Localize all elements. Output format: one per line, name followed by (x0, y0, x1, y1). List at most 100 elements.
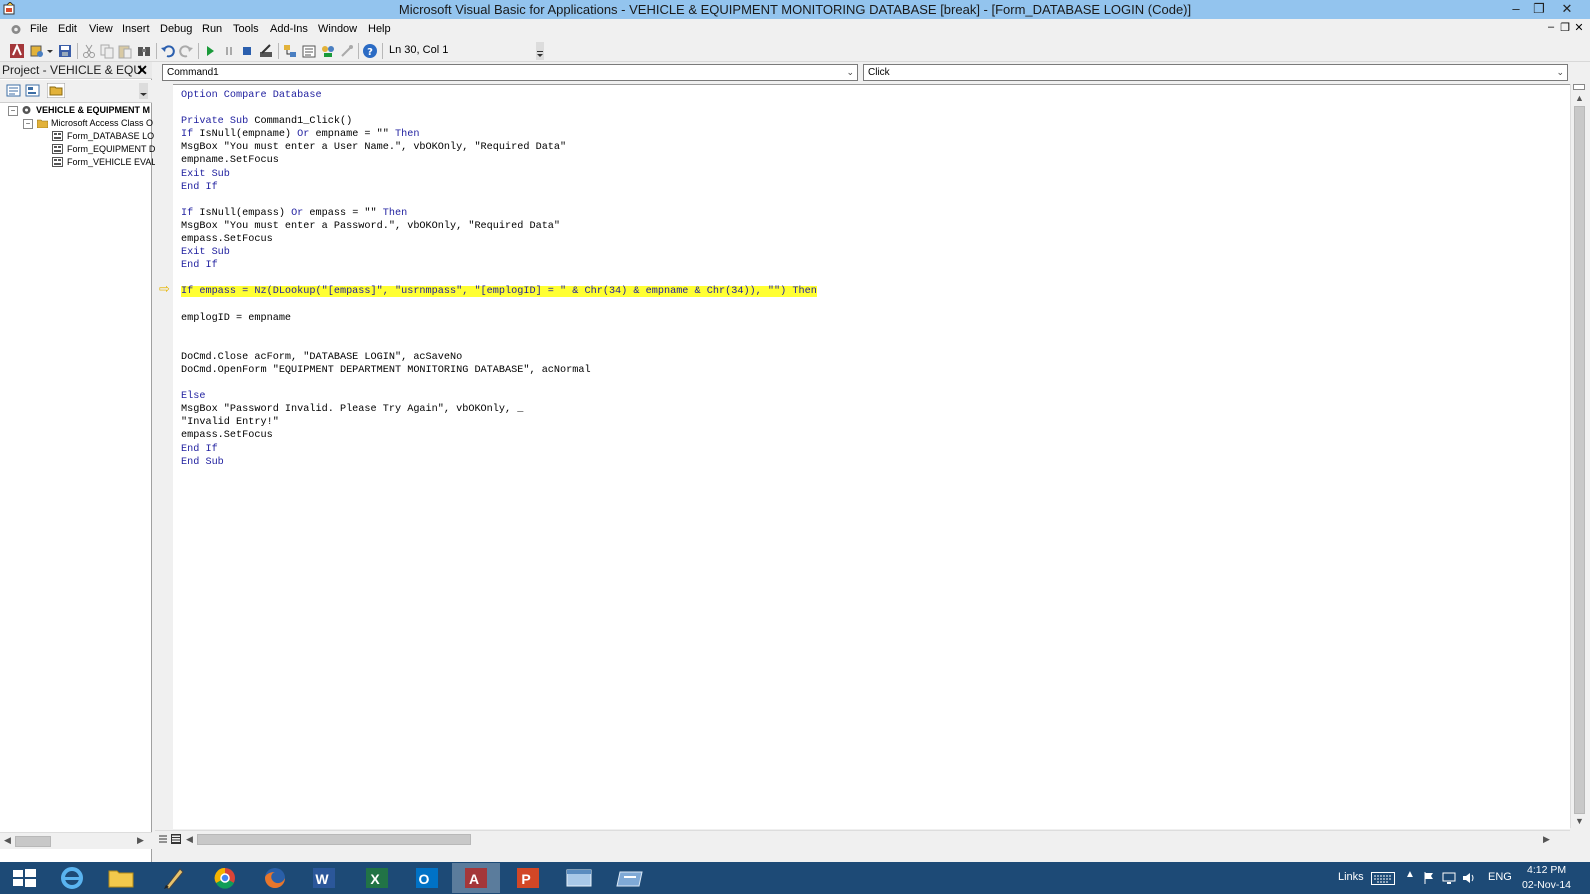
chevron-down-icon[interactable]: ⌄ (1556, 65, 1564, 80)
action-center-flag-icon[interactable] (1423, 871, 1435, 885)
clock-time[interactable]: 4:12 PM (1527, 864, 1566, 876)
run-icon[interactable] (202, 43, 218, 59)
procedure-view-icon[interactable] (158, 834, 168, 844)
scroll-right-icon[interactable]: ▶ (137, 835, 144, 846)
current-execution-line[interactable]: If empass = Nz(DLookup("[empass]", "usrn… (181, 286, 817, 298)
form-module-icon (52, 157, 63, 167)
powerpoint-icon[interactable]: P (504, 863, 552, 893)
menu-edit[interactable]: Edit (58, 23, 77, 35)
procedure-combo[interactable]: Click ⌄ (863, 64, 1568, 81)
start-icon[interactable] (0, 863, 48, 893)
scroll-left-icon[interactable]: ◀ (186, 834, 193, 845)
chevron-down-icon[interactable]: ⌄ (846, 65, 854, 80)
save-icon[interactable] (57, 43, 73, 59)
code-editor[interactable]: Option Compare Database Private Sub Comm… (173, 84, 1570, 829)
mdi-minimize-button[interactable]: – (1544, 21, 1558, 33)
internet-explorer-icon[interactable] (48, 863, 96, 893)
pen-tool-icon[interactable] (150, 863, 198, 893)
reset-icon[interactable] (239, 43, 255, 59)
copy-icon[interactable] (99, 43, 115, 59)
window-restore-button[interactable]: ❐ (1528, 0, 1550, 19)
code-text[interactable]: Option Compare Database Private Sub Comm… (181, 89, 817, 469)
view-code-icon[interactable] (6, 83, 21, 98)
mdi-restore-button[interactable]: ❐ (1558, 21, 1572, 34)
object-browser-icon[interactable] (320, 43, 336, 59)
help-icon[interactable]: ? (362, 43, 378, 59)
network-icon[interactable] (1442, 871, 1456, 885)
view-object-icon[interactable] (25, 83, 40, 98)
excel-icon[interactable]: X (353, 863, 401, 893)
insert-dropdown-icon[interactable] (46, 43, 54, 59)
mdi-close-button[interactable]: ✕ (1572, 21, 1586, 34)
tree-expander-folder[interactable]: − (23, 119, 33, 129)
code-hscroll-thumb[interactable] (197, 834, 471, 845)
code-horizontal-scrollbar[interactable]: ◀ ▶ (155, 830, 1570, 848)
window-app-icon[interactable] (555, 863, 603, 893)
tree-expander-root[interactable]: − (8, 106, 18, 116)
cut-icon[interactable] (81, 43, 97, 59)
input-language-indicator[interactable]: ENG (1488, 871, 1512, 883)
tree-item-form-vehicle-eval[interactable]: Form_VEHICLE EVAL (67, 157, 156, 167)
file-explorer-icon[interactable] (97, 863, 145, 893)
menu-help[interactable]: Help (368, 23, 391, 35)
project-explorer-title: Project - VEHICLE & EQU (2, 63, 143, 77)
outlook-icon[interactable]: O (403, 863, 451, 893)
design-mode-icon[interactable] (258, 43, 274, 59)
chrome-icon[interactable] (201, 863, 249, 893)
scroll-up-icon[interactable]: ▲ (1575, 93, 1584, 103)
show-hidden-icons-icon[interactable]: ▲ (1405, 869, 1415, 880)
window-minimize-button[interactable]: – (1505, 0, 1527, 19)
toggle-folders-icon[interactable] (47, 83, 65, 98)
project-explorer-icon[interactable] (282, 43, 298, 59)
toolbox-icon[interactable] (339, 43, 355, 59)
paste-icon[interactable] (117, 43, 133, 59)
menu-insert[interactable]: Insert (122, 23, 150, 35)
remote-app-icon[interactable] (606, 863, 654, 893)
project-explorer-close-button[interactable]: ✕ (136, 62, 148, 78)
firefox-icon[interactable] (251, 863, 299, 893)
menu-run[interactable]: Run (202, 23, 222, 35)
title-bar[interactable]: Microsoft Visual Basic for Applications … (0, 0, 1590, 19)
clock-date[interactable]: 02-Nov-14 (1522, 879, 1571, 891)
undo-icon[interactable] (160, 43, 176, 59)
code-vscroll-thumb[interactable] (1574, 106, 1585, 814)
project-toolbar-overflow-icon[interactable] (139, 83, 148, 99)
word-icon[interactable]: W (300, 863, 348, 893)
touch-keyboard-icon[interactable] (1371, 872, 1395, 885)
menu-tools[interactable]: Tools (233, 23, 259, 35)
object-combo-value: Command1 (167, 67, 219, 78)
margin-indicator-bar[interactable]: ⇨ (157, 84, 174, 828)
menu-file[interactable]: File (30, 23, 48, 35)
split-bar[interactable] (1573, 84, 1585, 90)
scroll-left-icon[interactable]: ◀ (4, 835, 11, 846)
project-scroll-thumb[interactable] (15, 836, 51, 847)
full-module-view-icon[interactable] (171, 834, 181, 844)
toolbar-overflow-icon[interactable] (536, 42, 544, 60)
properties-icon[interactable] (301, 43, 317, 59)
redo-icon[interactable] (178, 43, 194, 59)
view-access-icon[interactable] (9, 43, 25, 59)
tree-item-form-equipment[interactable]: Form_EQUIPMENT D (67, 144, 155, 154)
links-toolbar-label[interactable]: Links (1338, 871, 1364, 883)
scroll-down-icon[interactable]: ▼ (1575, 816, 1584, 826)
object-combo[interactable]: Command1 ⌄ (162, 64, 858, 81)
tree-folder-access-class-objects[interactable]: Microsoft Access Class O (51, 118, 153, 128)
menu-debug[interactable]: Debug (160, 23, 192, 35)
project-explorer-pane: Project - VEHICLE & EQU ✕ − VEHICLE & EQ… (0, 62, 156, 862)
menu-add-ins[interactable]: Add-Ins (270, 23, 308, 35)
find-icon[interactable] (136, 43, 152, 59)
volume-icon[interactable] (1462, 871, 1476, 885)
procedure-combo-value: Click (868, 67, 890, 78)
menu-view[interactable]: View (89, 23, 113, 35)
insert-module-icon[interactable] (29, 43, 45, 59)
window-close-button[interactable]: ✕ (1556, 0, 1578, 19)
access-icon[interactable]: A (452, 863, 500, 893)
break-icon[interactable] (221, 43, 237, 59)
tree-root-project[interactable]: VEHICLE & EQUIPMENT M (36, 105, 150, 115)
menu-window[interactable]: Window (318, 23, 357, 35)
vba-gear-icon[interactable] (9, 23, 23, 36)
code-vertical-scrollbar[interactable]: ▲ ▼ (1570, 84, 1588, 828)
tree-item-form-database-login[interactable]: Form_DATABASE LO (67, 131, 154, 141)
scroll-right-icon[interactable]: ▶ (1543, 834, 1550, 845)
project-horizontal-scrollbar[interactable]: ◀ ▶ (0, 832, 152, 849)
